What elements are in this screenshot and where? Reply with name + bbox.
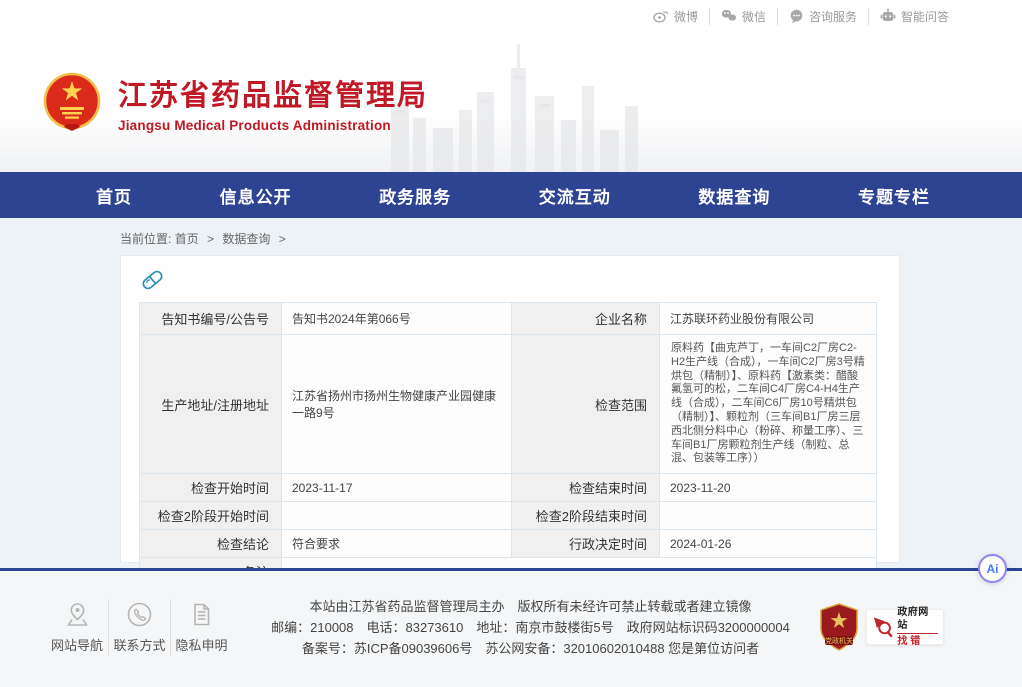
nav-item-home[interactable]: 首页 xyxy=(96,183,132,208)
weibo-label: 微博 xyxy=(674,8,698,25)
party-gov-badge-label: 党政机关 xyxy=(825,636,853,645)
inspection-table: 告知书编号/公告号 告知书2024年第066号 企业名称 江苏联环药业股份有限公… xyxy=(139,302,877,586)
privacy-document-icon xyxy=(188,601,215,628)
wechat-icon xyxy=(721,9,737,23)
table-row: 检查结论 符合要求 行政决定时间 2024-01-26 xyxy=(140,530,877,558)
end-date-label: 检查结束时间 xyxy=(512,474,660,502)
nav-item-interaction[interactable]: 交流互动 xyxy=(539,183,611,208)
wechat-label: 微信 xyxy=(742,8,766,25)
find-error-badge-text: 政府网站 找错 xyxy=(897,606,938,648)
brand-text: 江苏省药品监督管理局 Jiangsu Medical Products Admi… xyxy=(118,72,428,133)
contact-label: 联系方式 xyxy=(109,635,170,654)
conclusion-value: 符合要求 xyxy=(282,530,512,558)
breadcrumb-home-link[interactable]: 首页 xyxy=(175,232,199,246)
breadcrumb-trailing-separator: > xyxy=(279,232,286,246)
address-label: 生产地址/注册地址 xyxy=(140,335,282,474)
scope-label: 检查范围 xyxy=(512,335,660,474)
footer-info: 本站由江苏省药品监督管理局主办 版权所有未经许可禁止转载或者建立镜像 邮编：21… xyxy=(232,596,819,659)
site-nav-pin-icon xyxy=(64,601,91,628)
ai-assistant-button[interactable]: Ai xyxy=(978,554,1007,583)
inspection-record-card: 告知书编号/公告号 告知书2024年第066号 企业名称 江苏联环药业股份有限公… xyxy=(120,255,900,563)
stage2-start-value xyxy=(282,502,512,530)
end-date-value: 2023-11-20 xyxy=(660,474,877,502)
find-error-line1: 政府网站 xyxy=(897,606,938,632)
contact-link[interactable]: 联系方式 xyxy=(108,599,170,656)
stage2-start-label: 检查2阶段开始时间 xyxy=(140,502,282,530)
decision-date-label: 行政决定时间 xyxy=(512,530,660,558)
footer-line-contact: 邮编：210008 电话：83273610 地址：南京市鼓楼街5号 政府网站标识… xyxy=(242,617,819,638)
site-nav-label: 网站导航 xyxy=(46,635,108,654)
smart-qa-icon xyxy=(880,9,896,23)
site-subtitle: Jiangsu Medical Products Administration xyxy=(118,118,428,133)
table-row: 生产地址/注册地址 江苏省扬州市扬州生物健康产业园健康一路9号 检查范围 原料药… xyxy=(140,335,877,474)
footer-line-host: 本站由江苏省药品监督管理局主办 版权所有未经许可禁止转载或者建立镜像 xyxy=(242,596,819,617)
contact-phone-icon xyxy=(126,601,153,628)
company-name-value: 江苏联环药业股份有限公司 xyxy=(660,303,877,335)
address-value: 江苏省扬州市扬州生物健康产业园健康一路9号 xyxy=(282,335,512,474)
site-footer: Ai 网站导航 联系方式 xyxy=(0,568,1022,687)
smart-qa-link[interactable]: 智能问答 xyxy=(868,8,960,25)
wechat-link[interactable]: 微信 xyxy=(709,8,777,25)
privacy-label: 隐私申明 xyxy=(171,635,232,654)
find-error-line2: 找错 xyxy=(897,633,938,648)
stage2-end-label: 检查2阶段结束时间 xyxy=(512,502,660,530)
conclusion-label: 检查结论 xyxy=(140,530,282,558)
pill-icon xyxy=(139,266,166,293)
footer-badges: 党政机关 政府网站 找错 xyxy=(819,603,944,651)
notice-number-label: 告知书编号/公告号 xyxy=(140,303,282,335)
chat-service-icon xyxy=(789,9,804,23)
table-row: 检查开始时间 2023-11-17 检查结束时间 2023-11-20 xyxy=(140,474,877,502)
consult-service-link[interactable]: 咨询服务 xyxy=(777,8,868,25)
footer-line-icp: 备案号：苏ICP备09039606号 苏公网安备：32010602010488 … xyxy=(242,638,819,659)
breadcrumb: 当前位置: 首页 > 数据查询 > xyxy=(0,218,1022,255)
table-row: 告知书编号/公告号 告知书2024年第066号 企业名称 江苏联环药业股份有限公… xyxy=(140,303,877,335)
nav-item-data-query[interactable]: 数据查询 xyxy=(698,183,770,208)
breadcrumb-separator: > xyxy=(207,232,214,246)
consult-service-label: 咨询服务 xyxy=(809,8,857,25)
table-row: 检查2阶段开始时间 检查2阶段结束时间 xyxy=(140,502,877,530)
top-utility-bar: 微博 微信 咨询服务 智能问答 xyxy=(0,0,1022,32)
company-name-label: 企业名称 xyxy=(512,303,660,335)
main-content: 当前位置: 首页 > 数据查询 > 告知书编号/公告号 xyxy=(0,218,1022,568)
site-title: 江苏省药品监督管理局 xyxy=(118,72,428,114)
nav-item-special-topics[interactable]: 专题专栏 xyxy=(858,183,930,208)
privacy-link[interactable]: 隐私申明 xyxy=(170,599,232,656)
footer-quicklinks: 网站导航 联系方式 隐私申明 xyxy=(46,599,232,656)
scope-value: 原料药【曲克芦丁，一车间C2厂房C2-H2生产线（合成），一车间C2厂房3号精烘… xyxy=(660,335,877,474)
site-nav-link[interactable]: 网站导航 xyxy=(46,599,108,656)
pill-icon-wrap xyxy=(139,266,899,300)
nav-item-services[interactable]: 政务服务 xyxy=(379,183,451,208)
brand-home-link[interactable]: 江苏省药品监督管理局 Jiangsu Medical Products Admi… xyxy=(42,71,428,133)
start-date-label: 检查开始时间 xyxy=(140,474,282,502)
party-gov-badge[interactable]: 党政机关 xyxy=(819,603,859,651)
nav-item-information[interactable]: 信息公开 xyxy=(220,183,292,208)
weibo-icon xyxy=(653,9,669,23)
find-error-magnifier-icon xyxy=(872,615,893,639)
smart-qa-label: 智能问答 xyxy=(901,8,949,25)
primary-nav: 首页 信息公开 政务服务 交流互动 数据查询 专题专栏 xyxy=(0,172,1022,218)
weibo-link[interactable]: 微博 xyxy=(642,8,709,25)
start-date-value: 2023-11-17 xyxy=(282,474,512,502)
breadcrumb-data-query-link[interactable]: 数据查询 xyxy=(222,232,270,246)
decision-date-value: 2024-01-26 xyxy=(660,530,877,558)
notice-number-value: 告知书2024年第066号 xyxy=(282,303,512,335)
national-emblem-logo xyxy=(42,71,102,133)
stage2-end-value xyxy=(660,502,877,530)
breadcrumb-prefix: 当前位置: xyxy=(120,232,171,246)
site-header: 江苏省药品监督管理局 Jiangsu Medical Products Admi… xyxy=(0,32,1022,172)
page: 微博 微信 咨询服务 智能问答 xyxy=(0,0,1022,687)
find-error-badge[interactable]: 政府网站 找错 xyxy=(866,609,944,645)
